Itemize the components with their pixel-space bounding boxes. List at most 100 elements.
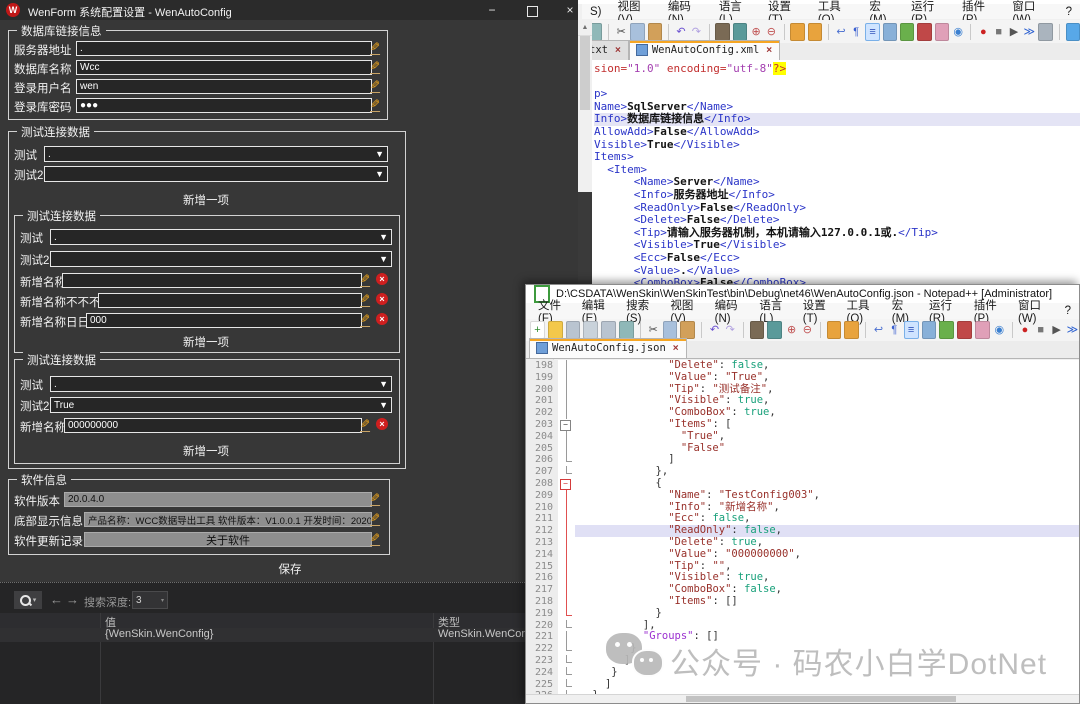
zoom-out-icon[interactable]: ⊖ [801,322,814,338]
stop-macro-icon[interactable]: ■ [1034,322,1047,338]
delete-icon[interactable]: × [376,418,388,430]
form-vertical-scrollbar[interactable]: ▲ [578,20,592,192]
tab-close-icon[interactable]: × [766,45,772,56]
delete-icon[interactable]: × [376,293,388,305]
fold-margin[interactable] [558,372,575,384]
tab-close-icon[interactable]: × [615,45,621,56]
save-link[interactable]: 保存 [230,561,350,577]
record-macro-icon[interactable]: ● [977,24,989,40]
replace-icon[interactable] [767,321,782,339]
login-password[interactable]: ●●● [76,98,372,113]
test3-combo-1[interactable]: .▼ [50,376,392,392]
dropdown-arrow-icon[interactable]: ▼ [375,149,384,159]
redo-icon[interactable]: ↷ [724,322,737,338]
fold-margin[interactable] [558,572,575,584]
show-symbols-icon[interactable]: ¶ [888,322,901,338]
function-list-icon[interactable] [922,321,937,339]
fold-margin[interactable] [558,466,575,478]
fold-margin[interactable] [558,608,575,620]
delete-icon[interactable]: × [376,273,388,285]
column-divider[interactable] [433,613,434,704]
software-version-input[interactable]: 20.0.4.0 [64,492,372,507]
indent-guide-icon[interactable]: ≡ [865,23,879,41]
horizontal-scrollbar[interactable] [526,694,1079,703]
add-name-input-4[interactable]: 000000000 [64,418,362,433]
fold-margin[interactable]: − [558,419,575,431]
add-name-input-1[interactable] [62,273,362,288]
zoom-in-icon[interactable]: ⊕ [785,322,798,338]
about-software-button[interactable]: 关于软件 [84,532,372,547]
fold-margin[interactable] [558,454,575,466]
fold-margin[interactable] [558,513,575,525]
close-button[interactable]: × [560,3,580,17]
fold-margin[interactable] [558,490,575,502]
fold-margin[interactable] [558,384,575,396]
scrollbar-thumb[interactable] [686,696,956,702]
test1-combo-2[interactable]: ▼ [44,166,388,182]
back-arrow-icon[interactable]: ← [50,592,63,607]
forward-arrow-icon[interactable]: → [66,592,79,607]
edit-pencil-icon[interactable]: ✎ [360,293,370,307]
dropdown-arrow-icon[interactable]: ▼ [375,169,384,179]
scroll-up-icon[interactable]: ▲ [578,20,592,36]
find-icon[interactable] [715,23,729,41]
test3-add-item-link[interactable]: 新增一项 [146,443,266,459]
dropdown-arrow-icon[interactable]: ▼ [379,232,388,242]
word-wrap-icon[interactable]: ↩ [872,322,885,338]
tab-close-icon[interactable]: × [673,343,679,354]
test1-add-item-link[interactable]: 新增一项 [146,192,266,208]
column-divider[interactable] [100,613,101,704]
find-icon[interactable] [750,321,765,339]
undo-icon[interactable]: ↶ [708,322,721,338]
run-macro-multi-icon[interactable]: ≫ [1066,322,1079,338]
scrollbar-thumb[interactable] [580,36,590,110]
stop-macro-icon[interactable]: ■ [992,24,1004,40]
cut-icon[interactable]: ✂ [647,322,660,338]
server-address[interactable]: . [76,41,372,56]
test2-combo-1[interactable]: .▼ [50,229,392,245]
edit-pencil-icon[interactable]: ✎ [370,79,380,93]
fold-margin[interactable] [558,561,575,573]
print-icon[interactable] [619,321,634,339]
run-macro-multi-icon[interactable]: ≫ [1023,24,1035,40]
fold-margin[interactable] [558,549,575,561]
fold-margin[interactable] [558,407,575,419]
save-copy-icon[interactable] [583,321,598,339]
menu-item-10[interactable]: ? [1058,4,1080,20]
replace-icon[interactable] [733,23,747,41]
edit-pencil-icon[interactable]: ✎ [370,41,380,55]
zoom-in-icon[interactable]: ⊕ [750,24,762,40]
doc-map-icon[interactable] [939,321,954,339]
redo-icon[interactable]: ↷ [690,24,702,40]
add-name-input-3[interactable]: 000 [86,313,362,328]
copy-icon[interactable] [630,23,644,41]
fold-collapse-icon[interactable]: − [560,479,571,490]
test2-add-item-link[interactable]: 新增一项 [146,334,266,350]
fold-margin[interactable] [558,360,575,372]
save-icon[interactable] [566,321,581,339]
fold-margin[interactable] [558,643,575,655]
search-box[interactable]: ▾ [14,591,42,609]
new-file-icon[interactable]: + [530,321,545,339]
dropdown-arrow-icon[interactable]: ▼ [379,379,388,389]
fold-margin[interactable] [558,679,575,691]
save-macro-icon[interactable] [1038,23,1052,41]
doc-map-icon[interactable] [900,23,914,41]
login-username[interactable]: wen [76,79,372,94]
fold-margin[interactable] [558,631,575,643]
zoom-out-icon[interactable]: ⊖ [765,24,777,40]
bookmark-all-icon[interactable] [844,321,859,339]
fold-margin[interactable] [558,502,575,514]
fold-margin[interactable] [558,620,575,632]
plugin-monitor-icon[interactable] [1066,23,1080,41]
play-macro-icon[interactable]: ▶ [1050,322,1063,338]
bookmark-all-icon[interactable] [808,23,822,41]
eye-icon[interactable]: ◉ [993,322,1006,338]
fold-margin[interactable] [558,584,575,596]
folder-workspace-icon[interactable] [975,321,990,339]
script-icon[interactable] [957,321,972,339]
edit-pencil-icon[interactable]: ✎ [370,512,380,526]
fold-margin[interactable] [558,525,575,537]
save-all-icon[interactable] [601,321,616,339]
indent-guide-icon[interactable]: ≡ [904,321,919,339]
